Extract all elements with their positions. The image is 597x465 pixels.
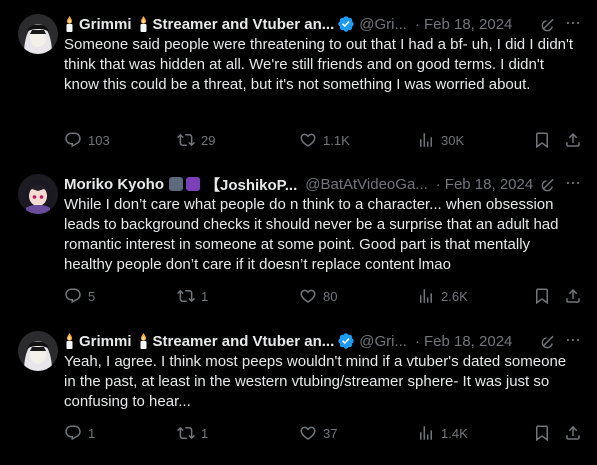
tweet-header: Grimmi Streamer and Vtuber an... @Gri...…	[64, 331, 597, 351]
timestamp[interactable]: Feb 18, 2024	[445, 176, 533, 193]
display-name[interactable]: Moriko Kyoho	[64, 176, 164, 193]
reply-button[interactable]: 5	[64, 285, 95, 307]
timestamp[interactable]: Feb 18, 2024	[424, 16, 512, 33]
handle[interactable]: @Gri...	[359, 333, 407, 350]
reply-count: 5	[88, 288, 96, 304]
tweet-text: Someone said people were threatening to …	[64, 36, 574, 93]
share-icon[interactable]	[564, 131, 582, 149]
reply-button[interactable]: 103	[64, 129, 110, 151]
views-icon	[417, 131, 435, 149]
like-icon	[299, 287, 317, 305]
reply-count: 1	[88, 425, 96, 441]
avatar[interactable]	[18, 174, 58, 214]
repost-icon	[177, 424, 195, 442]
view-count: 1.4K	[441, 425, 468, 441]
verified-badge-icon	[337, 15, 355, 33]
handle[interactable]: @Gri...	[359, 16, 407, 33]
repost-count: 1	[201, 288, 209, 304]
verified-badge-icon	[337, 332, 355, 350]
like-button[interactable]: 1.1K	[299, 129, 350, 151]
more-icon[interactable]: ···	[565, 330, 583, 348]
like-count: 37	[323, 425, 338, 441]
tweet[interactable]: Moriko Kyoho 【JoshikoP... @BatAtVideoGa.…	[0, 173, 597, 312]
repost-button[interactable]: 1	[177, 422, 208, 444]
more-icon[interactable]: ···	[565, 13, 583, 31]
separator-dot: ·	[414, 15, 420, 33]
separator-dot: ·	[414, 332, 420, 350]
grapes-emoji-icon	[186, 177, 200, 191]
repost-button[interactable]: 1	[177, 285, 208, 307]
like-icon	[299, 424, 317, 442]
views-button[interactable]: 30K	[417, 129, 464, 151]
candle-icon	[138, 333, 149, 349]
reply-icon	[64, 287, 82, 305]
share-icon[interactable]	[564, 424, 582, 442]
views-button[interactable]: 2.6K	[417, 285, 468, 307]
avatar[interactable]	[18, 14, 58, 54]
repost-icon	[177, 131, 195, 149]
candle-icon	[64, 16, 75, 32]
handle[interactable]: @BatAtVideoGa...	[305, 176, 428, 193]
candle-icon	[138, 16, 149, 32]
separator-dot: ·	[435, 175, 441, 193]
like-count: 80	[323, 288, 338, 304]
reply-count: 103	[88, 132, 110, 148]
display-name-suffix[interactable]: Streamer and Vtuber an...	[153, 16, 335, 33]
timestamp[interactable]: Feb 18, 2024	[424, 333, 512, 350]
reply-button[interactable]: 1	[64, 422, 95, 444]
display-name-suffix[interactable]: Streamer and Vtuber an...	[153, 333, 335, 350]
bookmark-icon[interactable]	[533, 131, 551, 149]
more-icon[interactable]: ···	[565, 173, 583, 191]
like-button[interactable]: 37	[299, 422, 337, 444]
reply-icon	[64, 424, 82, 442]
tweet-text: While I don’t care what people do n thin…	[64, 196, 559, 273]
repost-count: 1	[201, 425, 209, 441]
bookmark-icon[interactable]	[533, 287, 551, 305]
avatar[interactable]	[18, 331, 58, 371]
reply-icon	[64, 131, 82, 149]
display-name[interactable]: Grimmi	[79, 333, 132, 350]
grok-icon[interactable]	[540, 16, 557, 33]
tweet-header: Grimmi Streamer and Vtuber an... @Gri...…	[64, 14, 597, 34]
views-icon	[417, 287, 435, 305]
bat-emoji-icon	[169, 177, 183, 191]
share-icon[interactable]	[564, 287, 582, 305]
tweet-text: Yeah, I agree. I think most peeps wouldn…	[64, 353, 567, 410]
views-icon	[417, 424, 435, 442]
grok-icon[interactable]	[540, 176, 557, 193]
display-name[interactable]: Grimmi	[79, 16, 132, 33]
repost-icon	[177, 287, 195, 305]
repost-count: 29	[201, 132, 216, 148]
action-bar: 1 1 37 1.4K	[64, 422, 583, 444]
tweet[interactable]: Grimmi Streamer and Vtuber an... @Gri...…	[0, 330, 597, 461]
action-bar: 5 1 80 2.6K	[64, 285, 583, 307]
like-button[interactable]: 80	[299, 285, 337, 307]
repost-button[interactable]: 29	[177, 129, 215, 151]
candle-icon	[64, 333, 75, 349]
tweet[interactable]: Grimmi Streamer and Vtuber an... @Gri...…	[0, 13, 597, 164]
bookmark-icon[interactable]	[533, 424, 551, 442]
like-icon	[299, 131, 317, 149]
action-bar: 103 29 1.1K 30K	[64, 129, 583, 151]
display-name-suffix[interactable]: 【JoshikoP...	[205, 174, 297, 195]
view-count: 2.6K	[441, 288, 468, 304]
like-count: 1.1K	[323, 132, 350, 148]
views-button[interactable]: 1.4K	[417, 422, 468, 444]
grok-icon[interactable]	[540, 333, 557, 350]
view-count: 30K	[441, 132, 465, 148]
tweet-header: Moriko Kyoho 【JoshikoP... @BatAtVideoGa.…	[64, 174, 597, 194]
